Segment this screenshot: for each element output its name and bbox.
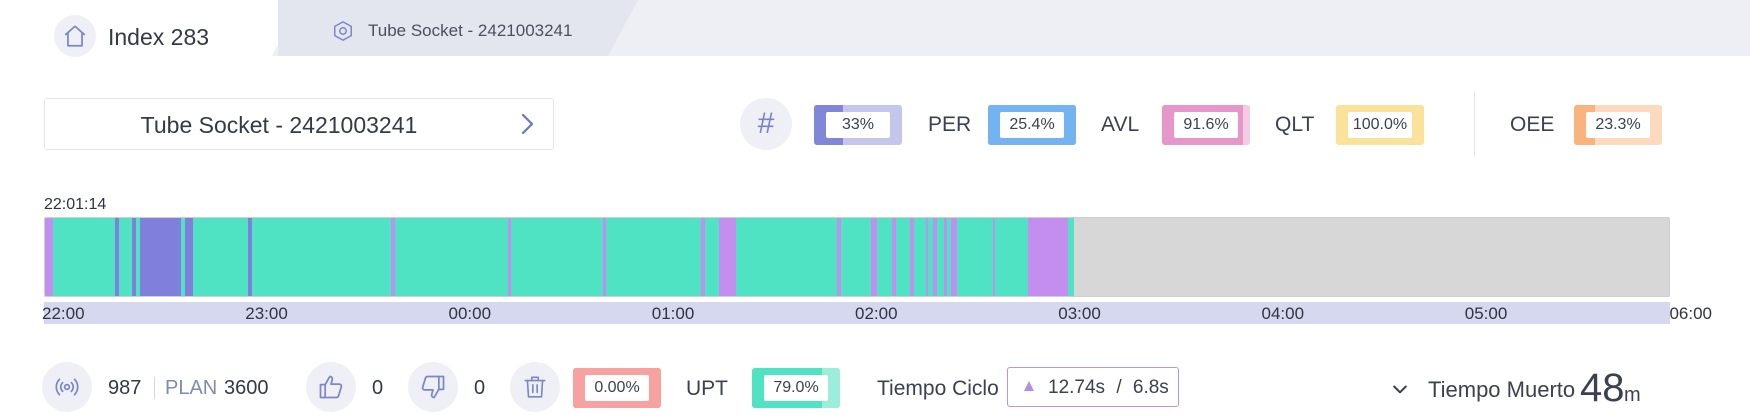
timeline-segment-running[interactable] bbox=[937, 218, 945, 296]
timeline-segment-running[interactable] bbox=[193, 218, 248, 296]
kpi-qlt-box: 100.0% bbox=[1336, 105, 1424, 145]
timeline-tick-label: 06:00 bbox=[1669, 304, 1712, 323]
kpi-oee-box: 23.3% bbox=[1574, 105, 1662, 145]
scrap-rate-value: 0.00% bbox=[585, 375, 649, 401]
downtime-value: 48 bbox=[1580, 366, 1625, 410]
tab-document-label: Tube Socket - 2421003241 bbox=[368, 21, 573, 40]
timeline-segment-running[interactable] bbox=[252, 218, 392, 296]
downtime-unit: m bbox=[1624, 384, 1641, 406]
kpi-performance-box: 33% bbox=[814, 105, 902, 145]
chevron-down-icon[interactable] bbox=[1390, 379, 1410, 399]
cycle-time-separator: / bbox=[1116, 377, 1122, 398]
timeline-segment-micro[interactable] bbox=[45, 218, 54, 296]
divider bbox=[1474, 92, 1475, 156]
home-icon[interactable] bbox=[54, 15, 96, 57]
timeline-segment-micro[interactable] bbox=[724, 218, 737, 296]
machine-selector[interactable]: Tube Socket - 2421003241 bbox=[44, 98, 554, 150]
kpi-value: 25.4% bbox=[1000, 112, 1064, 138]
tab-home-label: Index 283 bbox=[108, 24, 210, 50]
signal-icon[interactable] bbox=[42, 362, 92, 412]
good-count: 0 bbox=[372, 377, 384, 399]
scrap-rate-box: 0.00% bbox=[573, 368, 661, 408]
timeline-segment-stop[interactable] bbox=[185, 218, 194, 296]
timeline-start-time: 22:01:14 bbox=[44, 196, 107, 213]
cycle-time-actual: 12.74s bbox=[1048, 377, 1106, 398]
cycle-time-label: Tiempo Ciclo bbox=[877, 377, 999, 400]
production-timeline[interactable] bbox=[44, 217, 1670, 297]
timeline-tick-label: 05:00 bbox=[1464, 304, 1508, 323]
downtime-label: Tiempo Muerto bbox=[1428, 377, 1576, 402]
tab-home[interactable]: Index 283 bbox=[0, 0, 302, 57]
kpi-label-oee: OEE bbox=[1510, 113, 1555, 136]
timeline-tick-label: 03:00 bbox=[1058, 304, 1101, 323]
timeline-segment-running[interactable] bbox=[119, 218, 133, 296]
timeline-tick-label: 01:00 bbox=[651, 304, 695, 323]
kpi-value: 23.3% bbox=[1586, 112, 1650, 138]
triangle-up-icon bbox=[1024, 381, 1034, 391]
plan-label: PLAN bbox=[165, 377, 218, 399]
timeline-segment-stop[interactable] bbox=[140, 218, 181, 296]
timeline-segment-running[interactable] bbox=[1068, 218, 1075, 296]
timeline-segment-running[interactable] bbox=[395, 218, 508, 296]
thumbs-down-icon[interactable] bbox=[408, 362, 458, 412]
kpi-value: 33% bbox=[826, 112, 890, 138]
cycle-time-box: 12.74s / 6.8s bbox=[1007, 367, 1179, 407]
timeline-tick-label: 04:00 bbox=[1261, 304, 1305, 323]
timeline-segment-running[interactable] bbox=[877, 218, 892, 296]
hexagon-icon bbox=[334, 20, 352, 42]
timeline-tick-label: 23:00 bbox=[245, 304, 288, 323]
divider bbox=[154, 377, 155, 399]
timeline-tick-label: 00:00 bbox=[448, 304, 492, 323]
timeline-segment-running[interactable] bbox=[741, 218, 837, 296]
thumbs-up-icon[interactable] bbox=[306, 362, 356, 412]
kpi-value: 91.6% bbox=[1174, 112, 1238, 138]
produced-count: 987 bbox=[108, 377, 142, 399]
timeline-segment-running[interactable] bbox=[957, 218, 993, 296]
timeline-segment-running[interactable] bbox=[895, 218, 910, 296]
cycle-time-target: 6.8s bbox=[1132, 377, 1169, 398]
upt-label: UPT bbox=[686, 377, 728, 400]
timeline-segment-running[interactable] bbox=[53, 218, 116, 296]
kpi-label-avl: AVL bbox=[1101, 113, 1140, 136]
kpi-avl-box: 91.6% bbox=[1162, 105, 1250, 145]
upt-value: 79.0% bbox=[764, 375, 828, 401]
trash-icon[interactable] bbox=[510, 362, 560, 412]
kpi-value: 100.0% bbox=[1348, 112, 1412, 138]
timeline-segment-running[interactable] bbox=[510, 218, 604, 296]
cycle-time-value: 12.74s / 6.8s bbox=[1048, 377, 1169, 399]
kpi-label-qlt: QLT bbox=[1275, 113, 1315, 136]
machine-selector-label: Tube Socket - 2421003241 bbox=[140, 112, 418, 138]
kpi-label-per: PER bbox=[928, 113, 972, 136]
hash-icon[interactable]: # bbox=[740, 98, 792, 150]
chevron-right-icon[interactable] bbox=[515, 112, 539, 136]
timeline-tick-label: 22:00 bbox=[42, 304, 85, 323]
timeline-tick-label: 02:00 bbox=[855, 304, 898, 323]
bad-count: 0 bbox=[474, 377, 486, 399]
timeline-segment-running[interactable] bbox=[840, 218, 872, 296]
timeline-segment-micro[interactable] bbox=[1027, 218, 1069, 296]
plan-count: 3600 bbox=[224, 377, 269, 399]
timeline-segment-running[interactable] bbox=[913, 218, 926, 296]
tab-document[interactable]: Tube Socket - 2421003241 bbox=[278, 0, 638, 56]
timeline-segment-running[interactable] bbox=[995, 218, 1028, 296]
timeline-segment-running[interactable] bbox=[606, 218, 702, 296]
kpi-per-box: 25.4% bbox=[988, 105, 1076, 145]
upt-box: 79.0% bbox=[752, 368, 840, 408]
timeline-segment-running[interactable] bbox=[704, 218, 719, 296]
tab-bar: Index 283 Tube Socket - 2421003241 bbox=[0, 0, 1750, 57]
